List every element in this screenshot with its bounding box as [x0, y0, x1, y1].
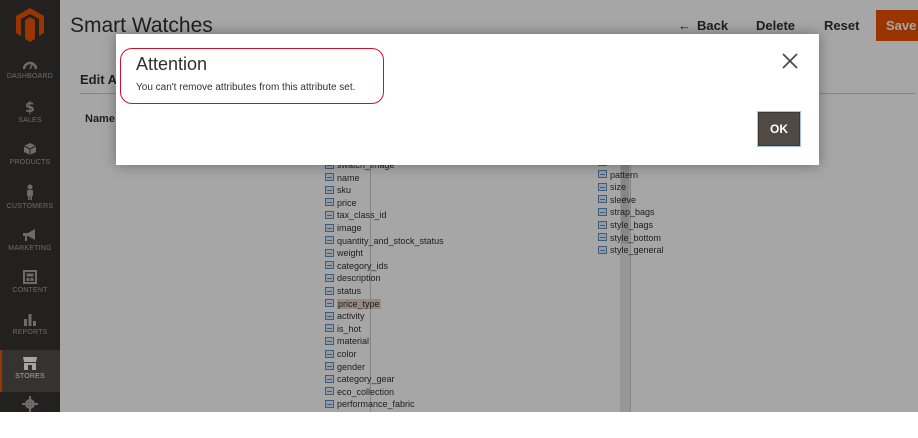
modal-title: Attention	[136, 54, 208, 74]
close-icon[interactable]	[781, 52, 799, 70]
ok-button[interactable]: OK	[758, 112, 800, 146]
modal-message: You can't remove attributes from this at…	[136, 82, 356, 93]
attention-modal: Attention You can't remove attributes fr…	[116, 34, 819, 165]
